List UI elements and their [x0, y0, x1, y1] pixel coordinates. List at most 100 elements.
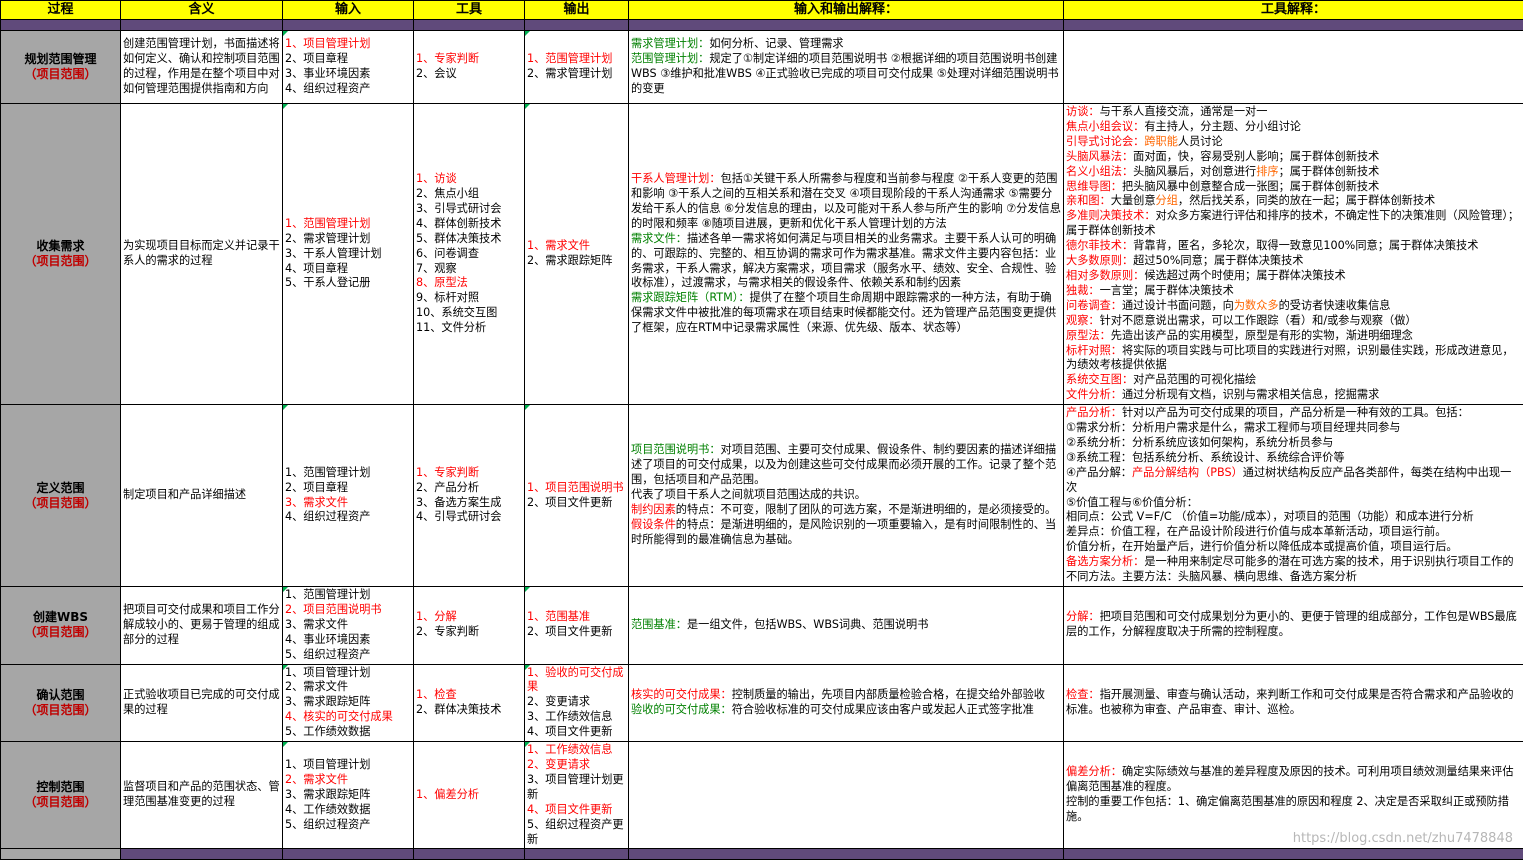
tool-explanation-cell-paragraph: 独裁：一言堂；属于群体决策技术	[1066, 284, 1521, 299]
tool-explanation-cell-segment: 与干系人直接交流，通常是一对一	[1100, 105, 1268, 118]
tool-explanation-cell-segment: 超过50%同意；属于群体决策技术	[1133, 254, 1303, 267]
tools-cell-item: 9、标杆对照	[416, 291, 522, 306]
io-explanation-cell-segment: 核实的可交付成果：	[631, 688, 732, 701]
io-explanation-cell-paragraph: 范围管理计划：规定了①制定详细的项目范围说明书 ②根据详细的项目范围说明书创建W…	[631, 52, 1061, 97]
tool-explanation-cell-paragraph: 引导式讨论会：跨职能人员讨论	[1066, 135, 1521, 150]
tool-explanation-cell-paragraph: 文件分析：通过分析现有文档，识别与需求相关信息，挖掘需求	[1066, 388, 1521, 403]
tools-cell-item: 2、焦点小组	[416, 187, 522, 202]
knowledge-area-tag: （项目范围）	[3, 254, 118, 269]
tool-explanation-cell-segment: 访谈：	[1066, 105, 1100, 118]
tool-explanation-cell-segment: 为数众多	[1234, 299, 1279, 312]
outputs-cell-item: 2、变更请求	[527, 695, 626, 710]
tool-explanation-cell-segment: 引导式讨论会：	[1066, 135, 1144, 148]
tools-cell-item: 7、观察	[416, 262, 522, 277]
tool-explanation-cell-paragraph: ①需求分析：分析用户需求是什么，需求工程师与项目经理共同参与	[1066, 421, 1521, 436]
meaning-cell: 监督项目和产品的范围状态、管理范围基准变更的过程	[121, 742, 283, 849]
outputs-cell-item: 3、项目管理计划更新	[527, 773, 626, 803]
tool-explanation-cell-segment: 指开展测量、审查与确认活动，来判断工作和可交付成果是否符合需求和产品验收的标准。…	[1066, 688, 1514, 716]
tool-explanation-cell-segment: 德尔菲技术：	[1066, 239, 1133, 252]
inputs-cell-item: 4、组织过程资产	[285, 510, 411, 525]
inputs-cell-item: 5、组织过程资产	[285, 818, 411, 833]
tool-explanation-cell-paragraph: 问卷调查：通过设计书面问题，向为数众多的受访者快速收集信息	[1066, 299, 1521, 314]
knowledge-area-tag: （项目范围）	[3, 625, 118, 640]
tools-cell-item: 3、备选方案生成	[416, 496, 522, 511]
tool-explanation-cell	[1064, 31, 1523, 104]
io-explanation-cell-segment: 控制质量的输出，先项目内部质量检验合格，在提交给外部验收	[732, 688, 1045, 701]
tool-explanation-cell-segment: 问卷调查：	[1066, 299, 1122, 312]
tool-explanation-cell-paragraph: 多准则决策技术：对众多方案进行评估和排序的技术，不确定性下的决策准则（风险管理）…	[1066, 209, 1521, 239]
inputs-cell-item: 3、需求跟踪矩阵	[285, 788, 411, 803]
tool-explanation-cell-paragraph: ③系统工程：包括系统分析、系统设计、系统综合评价等	[1066, 451, 1521, 466]
band-cell	[1, 849, 121, 860]
tools-cell-item: 5、群体决策技术	[416, 232, 522, 247]
inputs-cell-item: 2、需求管理计划	[285, 232, 411, 247]
inputs-cell-item: 3、事业环境因素	[285, 67, 411, 82]
io-explanation-cell: 干系人管理计划：包括①关键干系人所需参与程度和当前参与程度 ②干系人变更的范围和…	[629, 104, 1064, 405]
meaning-cell: 把项目可交付成果和项目工作分解成较小的、更易于管理的组成部分的过程	[121, 587, 283, 665]
table-row: 规划范围管理（项目范围）创建范围管理计划，书面描述将如何定义、确认和控制项目范围…	[1, 31, 1523, 104]
tool-explanation-cell-segment: 一言堂；属于群体决策技术	[1100, 284, 1234, 297]
tool-explanation-cell-segment: ；属于群体创新技术	[1279, 165, 1380, 178]
band-cell	[629, 849, 1064, 860]
io-explanation-cell-segment: 制约因素	[631, 503, 676, 516]
tool-explanation-cell-paragraph: 检查：指开展测量、审查与确认活动，来判断工作和可交付成果是否符合需求和产品验收的…	[1066, 688, 1521, 718]
band-cell	[414, 20, 525, 31]
header-row: 过程 含义 输入 工具 输出 输入和输出解释： 工具解释：	[1, 1, 1523, 20]
inputs-cell-item: 1、项目管理计划	[285, 758, 411, 773]
io-explanation-cell-segment: 项目范围说明书：	[631, 443, 721, 456]
outputs-cell: 1、需求文件2、需求跟踪矩阵	[525, 104, 629, 405]
outputs-cell-item: 2、项目文件更新	[527, 496, 626, 511]
inputs-cell-item: 2、需求文件	[285, 680, 411, 695]
io-explanation-cell-segment: 干系人管理计划：	[631, 172, 721, 185]
band-cell	[121, 849, 283, 860]
knowledge-area-tag: （项目范围）	[3, 496, 118, 511]
tools-cell: 1、访谈2、焦点小组3、引导式研讨会4、群体创新技术5、群体决策技术6、问卷调查…	[414, 104, 525, 405]
tool-explanation-cell-paragraph: 亲和图：大量创意分组，然后找关系，同类的放在一起；属于群体创新技术	[1066, 194, 1521, 209]
tools-cell-item: 1、分解	[416, 610, 522, 625]
outputs-cell-item: 1、项目范围说明书	[527, 481, 626, 496]
header-tool-explanation: 工具解释：	[1064, 1, 1523, 20]
inputs-cell-item: 1、范围管理计划	[285, 466, 411, 481]
outputs-cell-item: 1、需求文件	[527, 239, 626, 254]
tool-explanation-cell-paragraph: 思维导图：把头脑风暴中创意整合成一张图；属于群体创新技术	[1066, 180, 1521, 195]
tool-explanation-cell-segment: 把项目范围和可交付成果划分为更小的、更便于管理的组成部分，工作包是WBS最底层的…	[1066, 610, 1517, 638]
watermark: https://blog.csdn.net/zhu7478848	[1293, 832, 1513, 847]
process-name: 收集需求	[3, 239, 118, 254]
tool-explanation-cell-segment: 人员讨论	[1178, 135, 1223, 148]
tool-explanation-cell-segment: 背靠背，匿名，多轮次，取得一致意见100%同意；属于群体决策技术	[1133, 239, 1478, 252]
tool-explanation-cell-paragraph: 分解：把项目范围和可交付成果划分为更小的、更便于管理的组成部分，工作包是WBS最…	[1066, 610, 1521, 640]
knowledge-area-tag: （项目范围）	[3, 795, 118, 810]
tools-cell: 1、专家判断2、产品分析3、备选方案生成4、引导式研讨会	[414, 405, 525, 587]
io-explanation-cell-paragraph: 项目范围说明书：对项目范围、主要可交付成果、假设条件、制约要因素的描述详细描述了…	[631, 443, 1061, 488]
inputs-cell-item: 5、工作绩效数据	[285, 725, 411, 740]
spreadsheet-sheet: 过程 含义 输入 工具 输出 输入和输出解释： 工具解释： 规划范围管理（项目范…	[0, 0, 1523, 859]
tool-explanation-cell-paragraph: 价值分析，在开始量产后，进行价值分析以降低成本或提高价值，项目运行后。	[1066, 540, 1521, 555]
tool-explanation-cell-segment: 控制的重要工作包括：1、确定偏离范围基准的原因和程度 2、决定是否采取纠正或预防…	[1066, 795, 1509, 823]
tools-cell-item: 1、专家判断	[416, 466, 522, 481]
table-row: 创建WBS（项目范围）把项目可交付成果和项目工作分解成较小的、更易于管理的组成部…	[1, 587, 1523, 665]
tool-explanation-cell-paragraph: 产品分析：针对以产品为可交付成果的项目，产品分析是一种有效的工具。包括：	[1066, 406, 1521, 421]
tools-cell-item: 1、专家判断	[416, 52, 522, 67]
inputs-cell: 1、项目管理计划2、需求文件3、需求跟踪矩阵4、核实的可交付成果5、工作绩效数据	[283, 664, 414, 742]
tools-cell-item: 11、文件分析	[416, 321, 522, 336]
inputs-cell-item: 4、事业环境因素	[285, 633, 411, 648]
meaning-cell: 创建范围管理计划，书面描述将如何定义、确认和控制项目范围的过程，作用是在整个项目…	[121, 31, 283, 104]
inputs-cell: 1、项目管理计划2、需求文件3、需求跟踪矩阵4、工作绩效数据5、组织过程资产	[283, 742, 414, 849]
tool-explanation-cell-paragraph: 标杆对照：将实际的项目实践与可比项目的实践进行对照，识别最佳实践，形成改进意见，…	[1066, 344, 1521, 374]
process-name: 创建WBS	[3, 610, 118, 625]
band-cell	[1064, 849, 1523, 860]
tool-explanation-cell-segment: 有主持人，分主题、分小组讨论	[1144, 120, 1301, 133]
outputs-cell-item: 2、变更请求	[527, 758, 626, 773]
tool-explanation-cell-paragraph: 焦点小组会议：有主持人，分主题、分小组讨论	[1066, 120, 1521, 135]
band-cell	[1, 20, 121, 31]
io-explanation-cell-paragraph: 需求管理计划：如何分析、记录、管理需求	[631, 37, 1061, 52]
process-cell: 规划范围管理（项目范围）	[1, 31, 121, 104]
outputs-cell-item: 2、需求管理计划	[527, 67, 626, 82]
table-row: 确认范围（项目范围）正式验收项目已完成的可交付成果的过程1、项目管理计划2、需求…	[1, 664, 1523, 742]
tool-explanation-cell-segment: 产品分析：	[1066, 406, 1122, 419]
tool-explanation-cell-segment: 备选方案分析：	[1066, 555, 1144, 568]
tool-explanation-cell-segment: 通过设计书面问题，向	[1122, 299, 1234, 312]
inputs-cell-item: 2、项目章程	[285, 52, 411, 67]
header-tools: 工具	[414, 1, 525, 20]
tool-explanation-cell-segment: 先造出该产品的实用模型，原型是有形的实物，渐进明细理念	[1111, 329, 1413, 342]
